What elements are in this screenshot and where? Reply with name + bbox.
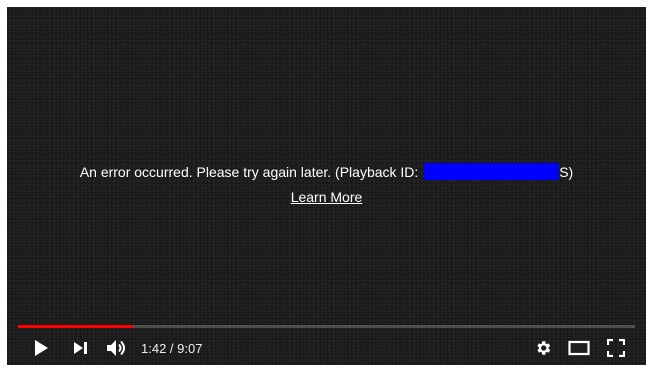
error-message: An error occurred. Please try again late… [7,163,646,181]
time-total: 9:07 [177,341,203,356]
play-button[interactable] [29,336,53,360]
play-icon [35,340,48,356]
video-player[interactable]: An error occurred. Please try again late… [7,7,646,365]
error-message-box: An error occurred. Please try again late… [7,163,646,206]
settings-button[interactable] [531,336,555,360]
time-current: 1:42 [141,341,167,356]
volume-icon [107,340,125,356]
progress-bar[interactable] [18,325,635,328]
learn-more-link[interactable]: Learn More [291,188,363,206]
redacted-playback-id [424,163,560,180]
time-separator: / [166,341,178,356]
volume-button[interactable] [105,336,129,360]
next-icon [74,342,87,354]
fullscreen-button[interactable] [604,336,628,360]
next-button[interactable] [69,336,93,360]
gear-icon [537,341,551,355]
fullscreen-icon [607,339,625,357]
time-display: 1:42 / 9:07 [141,341,202,357]
page-frame: An error occurred. Please try again late… [0,0,653,373]
progress-bar-played [18,325,133,328]
control-bar: 1:42 / 9:07 [7,333,646,363]
error-message-text: An error occurred. Please try again late… [79,164,423,180]
theater-mode-button[interactable] [567,336,591,360]
theater-mode-icon [568,340,590,356]
error-message-suffix: S) [559,164,574,180]
